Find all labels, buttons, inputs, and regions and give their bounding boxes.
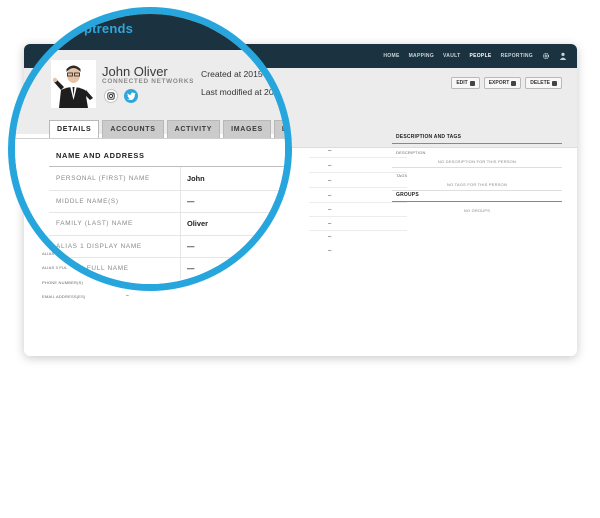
edit-button[interactable]: EDIT	[451, 77, 480, 89]
tab-location[interactable]: LOCATION	[273, 120, 285, 138]
field-value-alias-full: —	[187, 264, 195, 273]
zoomed-top-bar	[15, 14, 285, 50]
middle-value-7: –	[328, 234, 332, 240]
divider	[309, 230, 407, 231]
field-value-middle-name: —	[187, 197, 195, 206]
divider	[49, 212, 285, 213]
divider	[392, 201, 562, 202]
nav-home[interactable]: HOME	[383, 53, 399, 59]
avatar	[51, 60, 96, 108]
field-label-first-name: PERSONAL (FIRST) NAME	[56, 175, 150, 182]
nav-vault[interactable]: VAULT	[443, 53, 460, 59]
description-panel-title: DESCRIPTION AND TAGS	[396, 134, 462, 140]
field-label-email: EMAIL ADDRESS(ES)	[42, 294, 86, 299]
middle-value-5: –	[328, 207, 332, 213]
person-organization: CONNECTED NETWORKS	[102, 78, 195, 85]
pencil-icon	[469, 80, 475, 86]
field-value-last-name: Oliver	[187, 219, 208, 228]
nav-mapping[interactable]: MAPPING	[409, 53, 434, 59]
middle-value-4: –	[328, 193, 332, 199]
tab-activity[interactable]: ACTIVITY	[166, 120, 221, 138]
divider	[309, 216, 407, 217]
middle-value-1: –	[328, 148, 332, 154]
divider	[49, 235, 285, 236]
person-name: John Oliver	[102, 64, 168, 79]
field-label-alias-display: ALIAS 1 DISPLAY NAME	[56, 243, 142, 250]
groups-label: GROUPS	[396, 192, 419, 198]
field-value-alias-display: —	[187, 242, 195, 251]
divider	[49, 190, 285, 191]
instagram-icon[interactable]	[104, 89, 118, 103]
divider	[49, 257, 285, 258]
last-modified: Last modified at 20	[201, 87, 274, 97]
export-icon	[511, 80, 517, 86]
lens-content: John Oliver CONNECTED NETWORKS Created a…	[15, 14, 285, 284]
field-label-alias-full: ALIAS 1 FULL NAME	[56, 265, 129, 272]
field-label-middle-name: MIDDLE NAME(S)	[56, 198, 119, 205]
divider	[49, 166, 285, 167]
description-label: DESCRIPTION	[396, 150, 426, 155]
field-value-first-name: John	[187, 174, 205, 183]
delete-button[interactable]: DELETE	[525, 77, 562, 89]
nav-reporting[interactable]: REPORTING	[501, 53, 533, 59]
middle-value-3: –	[328, 178, 332, 184]
groups-empty: NO GROUPS	[463, 208, 491, 213]
user-icon[interactable]	[559, 52, 567, 60]
details-panel	[15, 138, 285, 284]
divider	[392, 143, 562, 144]
twitter-icon[interactable]	[124, 89, 138, 103]
trash-icon	[552, 80, 557, 86]
divider	[309, 202, 407, 203]
tags-empty: NO TAGS FOR THIS PERSON	[447, 182, 507, 187]
screenshot-stage: HOME MAPPING VAULT PEOPLE REPORTING EDIT…	[0, 0, 600, 518]
brand-logo: ptrends	[84, 21, 134, 36]
gear-icon[interactable]	[542, 52, 550, 60]
middle-value-6: –	[328, 221, 332, 227]
tags-label: TAGS	[396, 173, 408, 178]
profile-tabs: DETAILS ACCOUNTS ACTIVITY IMAGES LOCATIO…	[49, 120, 285, 138]
divider	[309, 157, 407, 158]
middle-value-8: –	[328, 248, 332, 254]
nav-people[interactable]: PEOPLE	[469, 53, 491, 59]
tab-accounts[interactable]: ACCOUNTS	[102, 120, 164, 138]
section-title: NAME AND ADDRESS	[56, 151, 145, 160]
divider	[392, 190, 562, 191]
main-nav: HOME MAPPING VAULT PEOPLE REPORTING	[383, 44, 567, 68]
field-label-last-name: FAMILY (LAST) NAME	[56, 220, 133, 227]
created-at: Created at 2015	[201, 69, 263, 79]
divider	[392, 167, 562, 168]
middle-value-2: –	[328, 163, 332, 169]
tab-details[interactable]: DETAILS	[49, 120, 100, 138]
field-value-email: –	[126, 293, 129, 299]
tab-images[interactable]: IMAGES	[223, 120, 271, 138]
description-empty: NO DESCRIPTION FOR THIS PERSON	[437, 159, 517, 164]
column-divider	[180, 167, 181, 279]
export-button[interactable]: EXPORT	[483, 77, 522, 89]
profile-actions: EDIT EXPORT DELETE	[451, 77, 562, 89]
divider	[309, 187, 407, 188]
magnifier-lens: John Oliver CONNECTED NETWORKS Created a…	[8, 7, 292, 291]
divider	[309, 172, 407, 173]
